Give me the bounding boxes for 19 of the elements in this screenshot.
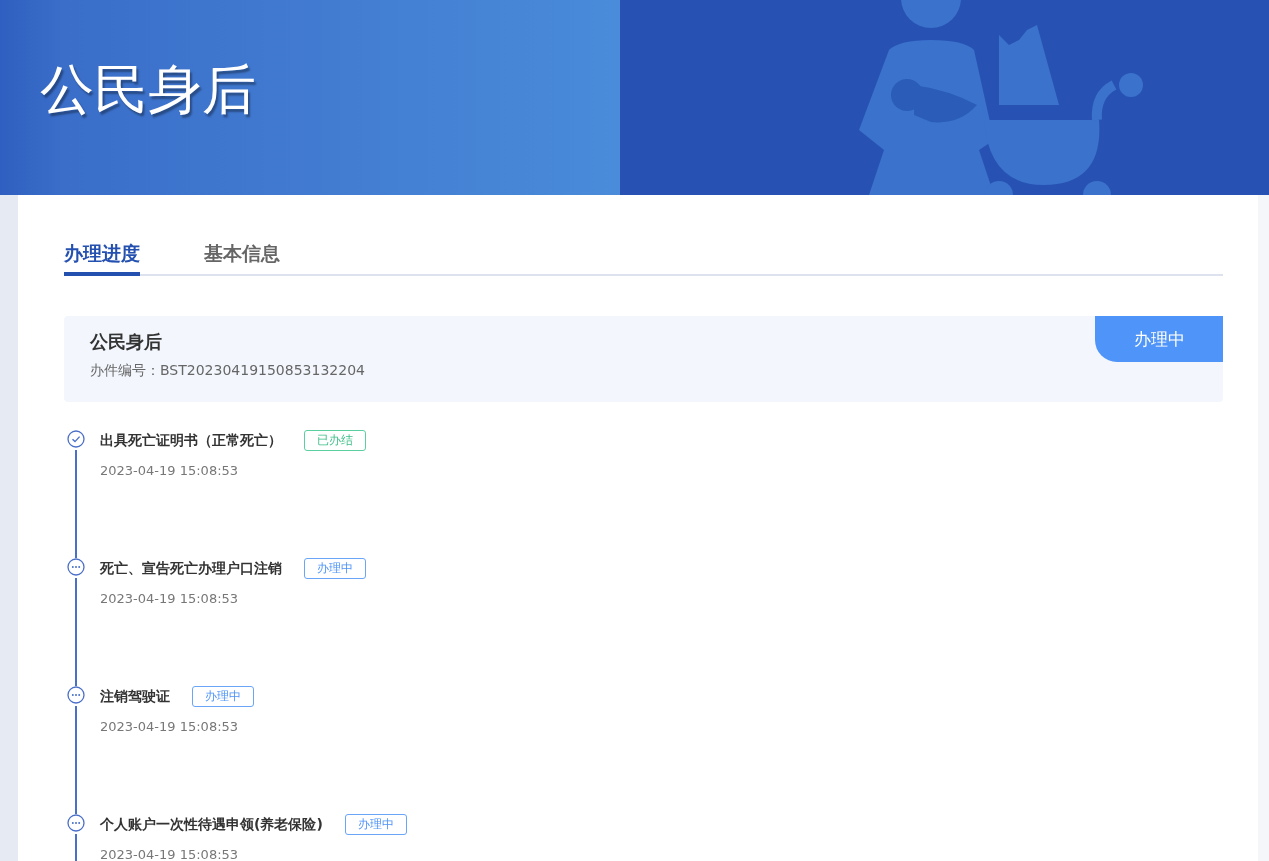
tab[interactable]: 办理进度: [64, 235, 140, 276]
step-time: 2023-04-19 15:08:53: [100, 847, 240, 861]
case-number: 办件编号：BST20230419150853132204: [90, 362, 365, 380]
step-time: 2023-04-19 15:08:53: [100, 463, 240, 478]
step-time: 2023-04-19 15:08:53: [100, 591, 240, 606]
status-tag: 已办结: [304, 430, 366, 451]
status-tag: 办理中: [192, 686, 254, 707]
step-title: 注销驾驶证: [100, 687, 170, 706]
case-title: 公民身后: [90, 330, 163, 354]
step-title: 死亡、宣告死亡办理户口注销: [100, 559, 282, 578]
check-circle-icon: [67, 430, 85, 448]
step-time: 2023-04-19 15:08:53: [100, 719, 240, 734]
status-badge: 办理中: [1095, 316, 1223, 362]
status-tag: 办理中: [304, 558, 366, 579]
status-tag: 办理中: [344, 814, 407, 835]
banner-title: 公民身后: [40, 57, 256, 123]
step-title: 出具死亡证明书（正常死亡）: [100, 431, 282, 450]
step-title: 个人账户一次性待遇申领(养老保险): [100, 815, 323, 834]
tab[interactable]: 基本信息: [204, 235, 280, 276]
